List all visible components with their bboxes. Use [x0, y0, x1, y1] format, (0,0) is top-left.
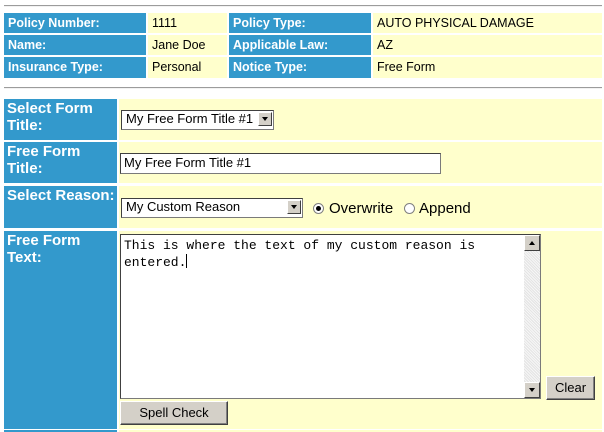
select-form-title-dropdown[interactable]: My Free Form Title #1 [121, 110, 274, 130]
policy-type-value: AUTO PHYSICAL DAMAGE [373, 13, 602, 33]
name-value: Jane Doe [148, 35, 227, 55]
select-reason-dropdown[interactable]: My Custom Reason [121, 198, 303, 218]
policy-type-label: Policy Type: [229, 13, 371, 33]
chevron-down-icon[interactable] [287, 200, 301, 214]
insurance-type-label: Insurance Type: [4, 57, 146, 78]
select-reason-value: My Custom Reason [126, 199, 241, 214]
free-form-text-label: Free Form Text: [4, 231, 117, 429]
free-form-text-area[interactable]: This is where the text of my custom reas… [120, 234, 541, 399]
chevron-down-icon[interactable] [258, 112, 272, 126]
overwrite-radio[interactable] [313, 203, 324, 214]
name-label: Name: [4, 35, 146, 55]
applicable-law-label: Applicable Law: [229, 35, 371, 55]
append-radio[interactable] [404, 203, 415, 214]
select-form-title-label: Select Form Title: [4, 99, 117, 140]
middle-separator [4, 87, 602, 89]
text-caret [186, 254, 188, 268]
policy-number-label: Policy Number: [4, 13, 146, 33]
spell-check-button[interactable]: Spell Check [120, 401, 228, 425]
clear-button[interactable]: Clear [546, 376, 595, 400]
free-form-text-content: This is where the text of my custom reas… [124, 238, 476, 270]
notice-type-value: Free Form [373, 57, 602, 78]
top-separator [4, 5, 602, 7]
append-label[interactable]: Append [419, 200, 471, 218]
free-form-title-label: Free Form Title: [4, 142, 117, 183]
policy-number-value: 1111 [148, 13, 227, 33]
applicable-law-value: AZ [373, 35, 602, 55]
scroll-up-icon[interactable] [524, 235, 540, 251]
overwrite-label[interactable]: Overwrite [329, 200, 393, 218]
insurance-type-value: Personal [148, 57, 227, 78]
textarea-scrollbar[interactable] [524, 235, 540, 398]
select-form-title-value: My Free Form Title #1 [126, 111, 254, 126]
scroll-down-icon[interactable] [524, 382, 540, 398]
free-form-title-input[interactable]: My Free Form Title #1 [120, 153, 441, 174]
select-reason-label: Select Reason: [4, 186, 117, 228]
notice-type-label: Notice Type: [229, 57, 371, 78]
